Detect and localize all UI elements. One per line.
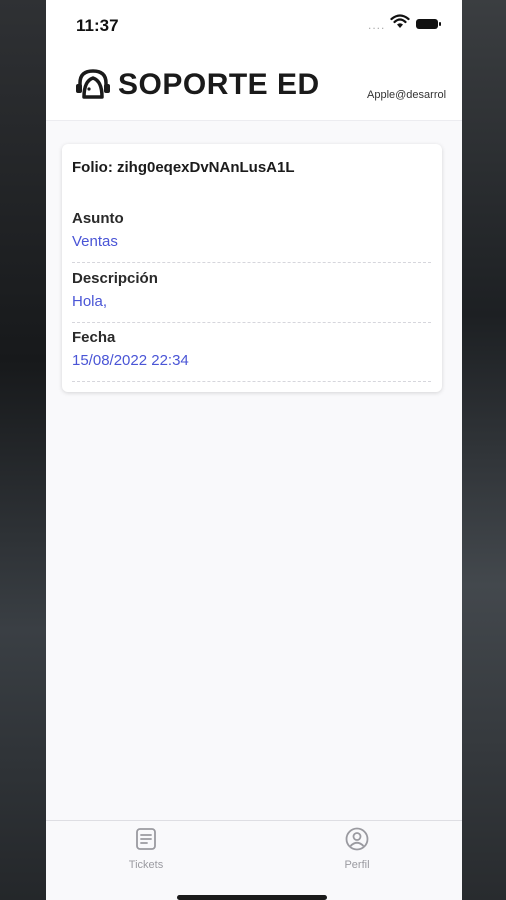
status-bar: 11:37 .... [46,0,462,52]
user-circle-icon [317,827,397,856]
field-label: Asunto [72,210,124,227]
app-header: SOPORTE ED Apple@desarrol [46,52,462,121]
tab-tickets[interactable]: Tickets [106,827,186,873]
field-label: Descripción [72,270,158,287]
user-email[interactable]: Apple@desarrol [367,89,446,101]
background-left-strip [0,0,46,900]
field-descripcion: Descripción Hola, [72,270,431,323]
field-value: Hola, [72,293,108,310]
wifi-icon [390,14,410,35]
status-time: 11:37 [76,16,119,35]
field-value: Ventas [72,233,118,250]
document-icon [106,827,186,856]
brand-title: SOPORTE ED [118,68,320,101]
battery-icon [416,19,441,29]
ticket-folio: Folio: zihg0eqexDvNAnLusA1L [72,159,295,176]
field-value: 15/08/2022 22:34 [72,352,189,369]
tab-label: Tickets [128,859,164,871]
tab-perfil[interactable]: Perfil [317,827,397,873]
tab-bar: Tickets Perfil [46,820,462,877]
field-label: Fecha [72,329,116,346]
background-right-strip [460,0,506,900]
home-indicator [177,895,327,900]
field-fecha: Fecha 15/08/2022 22:34 [72,329,431,382]
field-asunto: Asunto Ventas [72,210,431,263]
app-screen: 11:37 .... SOPORTE ED Apple@desarrol Fol… [46,0,462,900]
signal-dots: .... [368,18,386,32]
tab-label: Perfil [344,859,370,871]
ticket-card[interactable]: Folio: zihg0eqexDvNAnLusA1L Asunto Venta… [62,144,442,392]
support-agent-icon [74,67,112,108]
